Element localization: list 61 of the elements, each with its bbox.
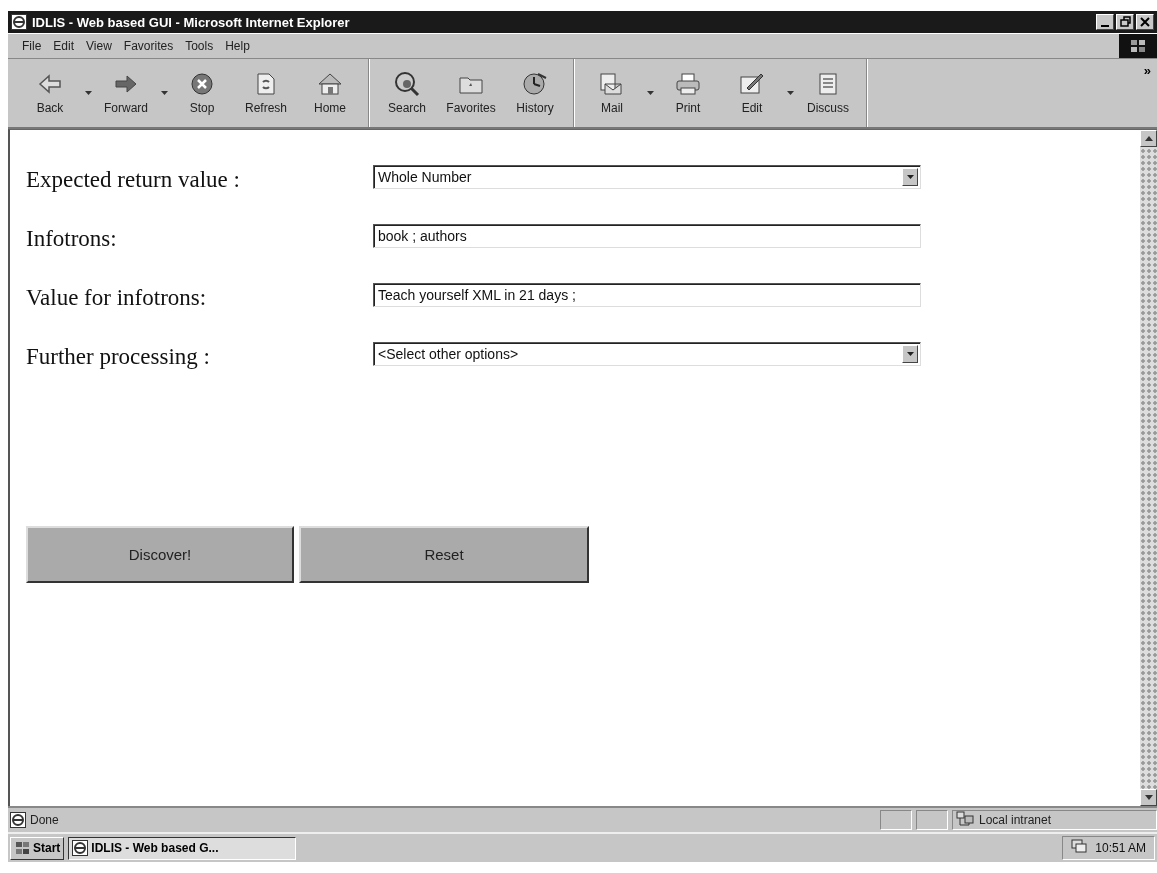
text-input-field[interactable]: Teach yourself XML in 21 days ;: [373, 283, 921, 307]
toolbar-button[interactable]: Back: [18, 59, 82, 127]
restore-button[interactable]: [1116, 14, 1134, 30]
menu-item[interactable]: File: [16, 37, 48, 55]
menu-item[interactable]: Edit: [47, 37, 81, 55]
printer-icon: [675, 71, 701, 97]
toolbar-button[interactable]: Favorites: [439, 59, 503, 127]
clock-text: 10:51 AM: [1095, 841, 1146, 855]
close-button[interactable]: [1136, 14, 1154, 30]
field-label: Expected return value :: [26, 167, 241, 193]
search-icon: [394, 71, 420, 97]
field-label: Value for infotrons:: [26, 285, 208, 311]
toolbar-button[interactable]: History: [503, 59, 567, 127]
menu-item[interactable]: Help: [219, 37, 256, 55]
browser-icon: [72, 840, 89, 856]
start-button[interactable]: Start: [10, 836, 65, 860]
status-text: Done: [30, 813, 59, 827]
toolbar-button[interactable]: Print: [656, 59, 720, 127]
scroll-up-icon[interactable]: [1140, 130, 1157, 147]
menu-item[interactable]: View: [80, 37, 118, 55]
close-icon: [1139, 16, 1151, 28]
page-icon: [10, 812, 26, 828]
document-icon: [817, 71, 839, 97]
security-zone-text: Local intranet: [979, 813, 1052, 827]
menu-item[interactable]: Favorites: [117, 37, 180, 55]
windows-logo-icon: [14, 841, 30, 855]
toolbar-button[interactable]: Stop: [170, 59, 234, 127]
scroll-down-icon[interactable]: [1140, 789, 1157, 806]
dropdown-caret-icon[interactable]: [644, 91, 656, 95]
restore-icon: [1119, 16, 1131, 28]
taskbar-window-button[interactable]: IDLIS - Web based G...: [68, 836, 297, 860]
field-label: Further processing :: [26, 344, 211, 370]
dropdown-select[interactable]: Whole Number: [373, 165, 921, 189]
text-input-field[interactable]: book ; authors: [373, 224, 921, 248]
window-title: IDLIS - Web based GUI - Microsoft Internet Explorer: [32, 14, 351, 30]
browser-icon: [11, 14, 27, 30]
more-chevron[interactable]: »: [1137, 59, 1157, 82]
clock-icon: [522, 71, 548, 97]
toolbar-button[interactable]: Forward: [94, 59, 158, 127]
mail-icon: [599, 71, 625, 97]
reset-button[interactable]: Reset: [299, 526, 589, 583]
edit-icon: [739, 71, 765, 97]
stop-icon: [190, 71, 214, 97]
minimize-icon: [1101, 24, 1109, 27]
toolbar-button[interactable]: Refresh: [234, 59, 298, 127]
menu-item[interactable]: Tools: [179, 37, 220, 55]
home-icon: [317, 71, 343, 97]
dropdown-caret-icon[interactable]: [82, 91, 94, 95]
field-label: Infotrons:: [26, 226, 118, 252]
toolbar-button[interactable]: Discuss: [796, 59, 860, 127]
dropdown-caret-icon[interactable]: [158, 91, 170, 95]
dropdown-caret-icon[interactable]: [784, 91, 796, 95]
toolbar-button[interactable]: Home: [298, 59, 362, 127]
scrollbar[interactable]: [1140, 130, 1157, 806]
refresh-icon: [256, 71, 276, 97]
toolbar-button[interactable]: Search: [375, 59, 439, 127]
toolbar-button[interactable]: Mail: [580, 59, 644, 127]
dropdown-select[interactable]: <Select other options>: [373, 342, 921, 366]
discover-button[interactable]: Discover!: [26, 526, 294, 583]
toolbar-button[interactable]: Edit: [720, 59, 784, 127]
minimize-button[interactable]: [1096, 14, 1114, 30]
